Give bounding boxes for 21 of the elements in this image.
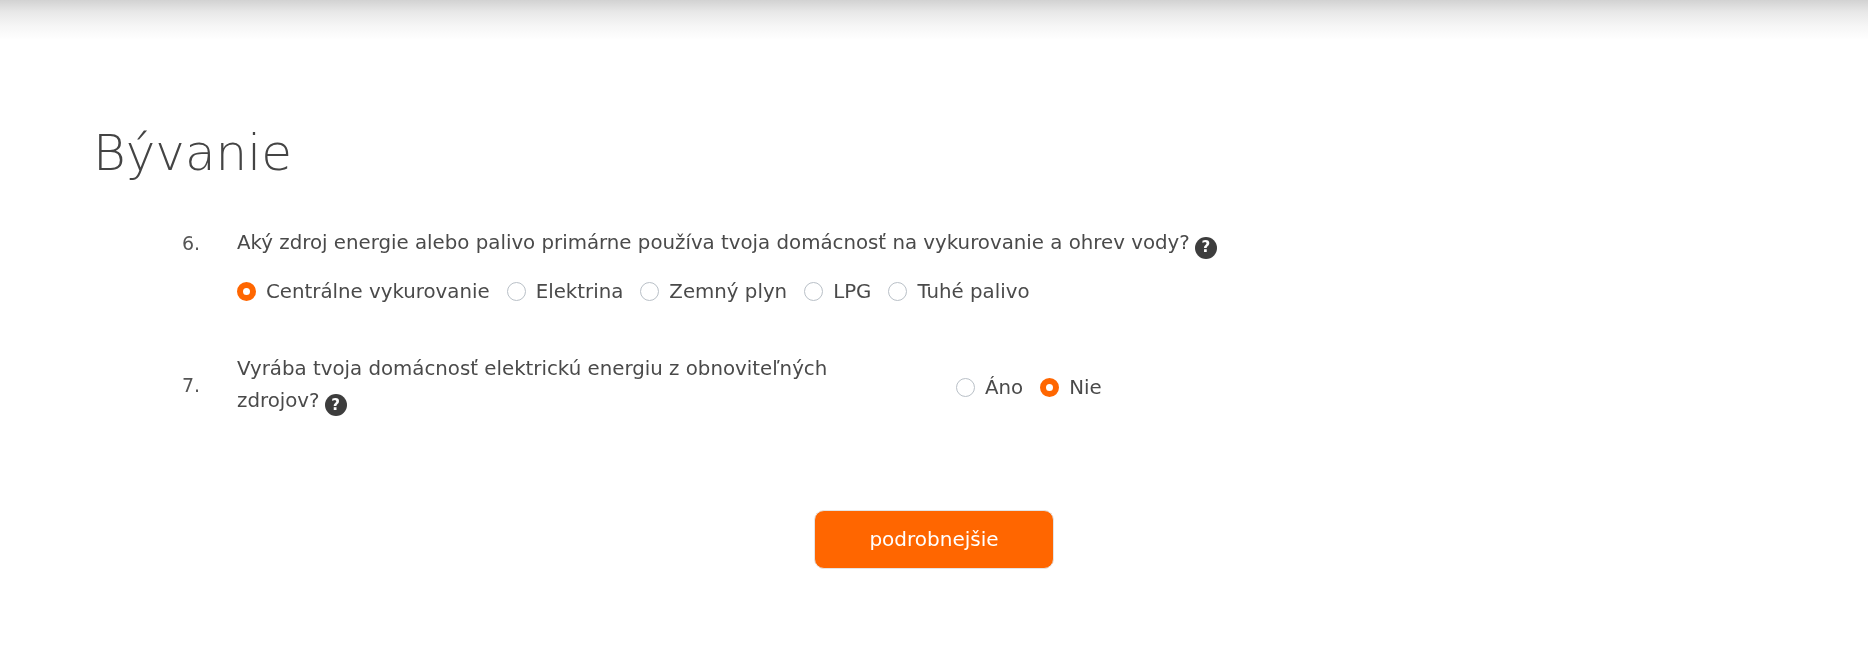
section-title: Bývanie: [93, 123, 292, 183]
radio-option[interactable]: Elektrina: [506, 276, 624, 307]
help-icon[interactable]: ?: [1194, 236, 1217, 259]
radio-button[interactable]: [1040, 378, 1060, 397]
question-number: 7.: [182, 372, 202, 398]
radio-button[interactable]: [237, 282, 256, 301]
radio-option[interactable]: Zemný plyn: [640, 276, 788, 307]
question-number: 6.: [182, 231, 202, 256]
radio-button[interactable]: [956, 378, 975, 397]
radio-button[interactable]: [804, 282, 824, 301]
radio-button[interactable]: [888, 282, 908, 301]
radio-button[interactable]: [506, 282, 526, 301]
radio-button[interactable]: [640, 282, 660, 301]
radio-option[interactable]: Centrálne vykurovanie: [237, 276, 490, 307]
help-icon[interactable]: ?: [324, 394, 347, 416]
radio-option[interactable]: LPG: [804, 276, 872, 307]
question-text: Vyrába tvoja domácnosť elektrickú energiu z obnoviteľných zdrojov? ?: [237, 355, 829, 417]
question-text: Aký zdroj energie alebo palivo primárne používa tvoja domácnosť na vykurovanie a ohrev vody? ?: [237, 228, 1217, 259]
radio-option[interactable]: Áno: [956, 372, 1024, 403]
radio-option[interactable]: Tuhé palivo: [888, 276, 1030, 307]
radio-option[interactable]: Nie: [1040, 372, 1102, 403]
